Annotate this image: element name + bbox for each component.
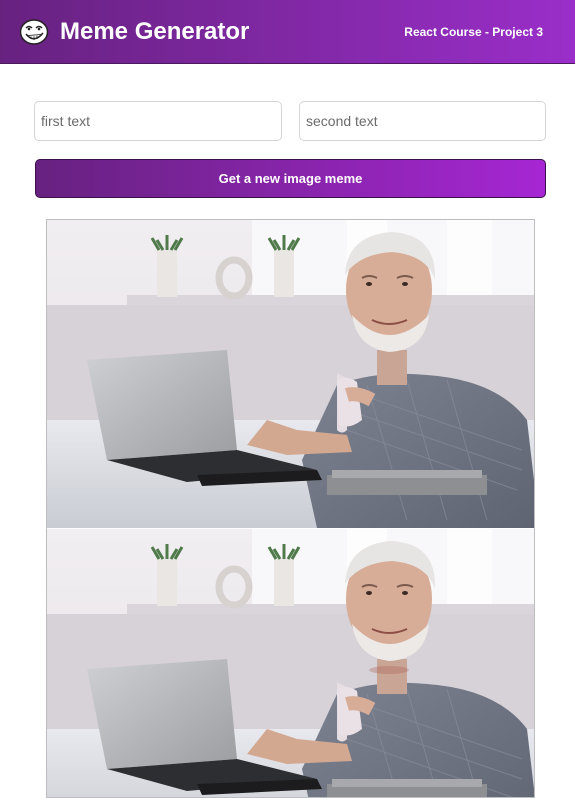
- troll-face-icon: [20, 19, 49, 45]
- app-title: Meme Generator: [60, 18, 250, 45]
- top-text-input[interactable]: [34, 101, 282, 141]
- get-new-meme-button[interactable]: Get a new image meme: [35, 159, 546, 198]
- header-subtitle: React Course - Project 3: [404, 25, 543, 39]
- bottom-text-input[interactable]: [299, 101, 546, 141]
- hide-the-pain-harold-meme-image: [46, 219, 535, 798]
- app-header: Meme Generator React Course - Project 3: [0, 0, 575, 64]
